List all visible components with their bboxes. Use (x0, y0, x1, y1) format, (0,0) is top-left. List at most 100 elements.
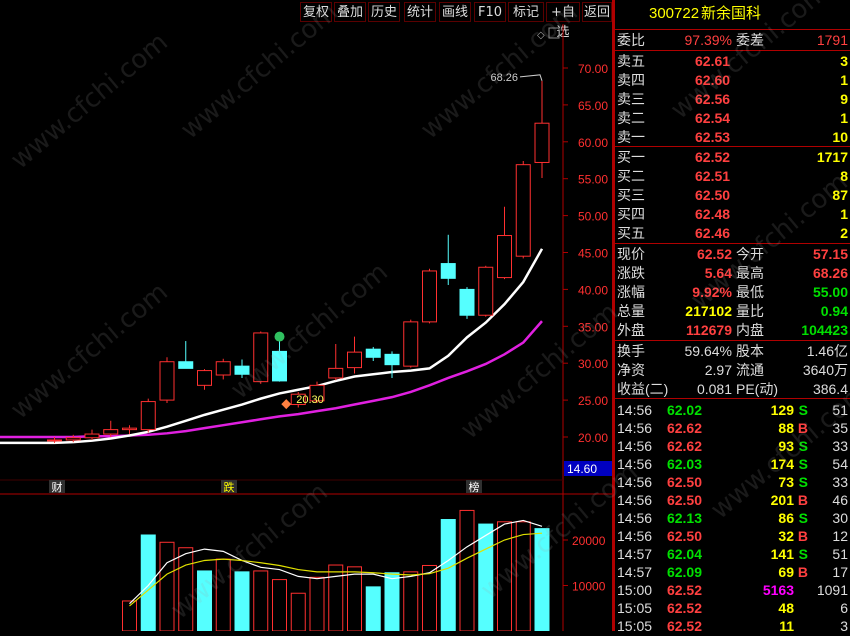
tick-volume: 86 (778, 510, 794, 526)
bid-price: 62.48 (695, 206, 731, 222)
quote-value: 5.64 (704, 265, 732, 281)
tick-time: 15:00 (617, 582, 653, 598)
event-icon (274, 331, 285, 342)
price-tick-label: 50.00 (578, 210, 608, 224)
chart-toolbar: 复权 叠加 历史 统计 画线 F10 标记 +自选 返回 (0, 0, 612, 40)
volume-bar (347, 566, 362, 631)
tick-row: 14:56 62.50 73 S 33 (615, 473, 850, 491)
candle-body (440, 263, 456, 279)
volume-bar (384, 572, 400, 631)
kline-chart[interactable]: ◇ 70.00 65.00 60.00 55.00 50.00 45.00 40.00 35.0… (0, 24, 612, 631)
quote-label: 今开 (736, 246, 764, 262)
bid-row: 买四 62.48 1 (615, 205, 850, 224)
volume-bar (440, 519, 456, 631)
tick-count: 35 (832, 420, 848, 436)
bid-row: 买三 62.50 87 (615, 186, 850, 205)
toolbar-button-5[interactable]: F10 (474, 2, 506, 22)
diamond-icon: ◇ (537, 30, 545, 41)
stats-value: 3640万 (802, 362, 848, 378)
stats-label: 收益(二) (617, 381, 669, 397)
ask-price: 62.54 (695, 110, 731, 126)
price-tick-label: 25.00 (578, 394, 608, 408)
chart-canvas[interactable]: ◇ 70.00 65.00 60.00 55.00 50.00 45.00 40.00 35.0… (0, 24, 612, 631)
tick-count: 54 (832, 456, 848, 472)
ask-volume: 1 (840, 110, 848, 126)
ask-label: 卖一 (617, 129, 645, 145)
stats-label: PE(动) (736, 381, 778, 397)
quote-panel: 300722 新余国科 委比 97.39% 委差 1791 卖五 62.61 3 卖四… (615, 0, 850, 634)
ask-row: 卖四 62.60 1 (615, 71, 850, 90)
toolbar-button-8[interactable]: 返回 (582, 2, 612, 22)
volume-bar (459, 509, 475, 631)
tick-count: 17 (832, 564, 848, 580)
volume-bar (403, 571, 419, 631)
tick-time: 14:56 (617, 474, 653, 490)
tick-row: 14:56 62.03 174 S 54 (615, 455, 850, 473)
weibi-value: 97.39% (684, 32, 732, 48)
stats-value: 0.081 (696, 381, 732, 397)
tick-count: 6 (840, 600, 848, 616)
divider (615, 146, 850, 147)
quote-value: 0.94 (820, 303, 848, 319)
quote-label: 现价 (617, 246, 645, 262)
quote-row: 外盘 112679 内盘 104423 (615, 321, 850, 340)
volume-bar (534, 528, 550, 631)
tick-count: 33 (832, 438, 848, 454)
tick-price: 62.50 (666, 528, 702, 544)
toolbar-button-4[interactable]: 画线 (439, 2, 471, 22)
divider (615, 29, 850, 30)
candle-body (515, 164, 531, 257)
stock-title: 300722 新余国科 (615, 4, 850, 26)
toolbar-button-2[interactable]: 历史 (368, 2, 400, 22)
tick-time: 15:05 (617, 618, 653, 634)
tick-price: 62.62 (666, 438, 702, 454)
ask-row: 卖二 62.54 1 (615, 109, 850, 128)
bid-price: 62.46 (695, 225, 731, 241)
tick-volume: 174 (770, 456, 794, 472)
toolbar-button-7[interactable]: +自选 (546, 2, 580, 40)
bid-volume: 8 (840, 168, 848, 184)
tick-row: 15:00 62.52 5163 1091 (615, 581, 850, 599)
volume-bar (140, 534, 156, 631)
stats-value: 1.46亿 (806, 343, 848, 359)
toolbar-button-6[interactable]: 标记 (508, 2, 544, 22)
ma-line-short (0, 248, 544, 445)
tick-price: 62.13 (666, 510, 702, 526)
quote-row: 涨幅 9.92% 最低 55.00 (615, 283, 850, 302)
volume-bar (215, 558, 231, 631)
candle-body (103, 429, 119, 435)
toolbar-button-3[interactable]: 统计 (404, 2, 436, 22)
stats-value: 59.64% (684, 343, 732, 359)
stats-label: 净资 (617, 362, 645, 378)
candle-body (159, 361, 175, 401)
candle-body (478, 266, 494, 316)
quote-value: 68.26 (812, 265, 848, 281)
bid-price: 62.52 (695, 149, 731, 165)
divider (615, 340, 850, 341)
volume-bar (272, 579, 287, 631)
tick-row: 15:05 62.52 11 3 (615, 617, 850, 635)
tick-price: 62.52 (666, 600, 702, 616)
quote-label: 最低 (736, 284, 764, 300)
tick-side: S (798, 456, 808, 472)
toolbar-button-0[interactable]: 复权 (300, 2, 332, 22)
price-tick-label: 30.00 (578, 357, 608, 371)
candle-body (365, 348, 381, 358)
low-annotation-label: 20.30 (296, 394, 324, 406)
tick-row: 14:56 62.62 88 B 35 (615, 419, 850, 437)
candle-body (459, 288, 475, 316)
price-tick-label: 20.00 (578, 431, 608, 445)
tick-volume: 141 (770, 546, 794, 562)
price-tick-label: 70.00 (578, 62, 608, 76)
tick-price: 62.09 (666, 564, 702, 580)
bid-label: 买四 (617, 206, 645, 222)
tick-price: 62.03 (666, 456, 702, 472)
tick-side: B (797, 564, 808, 580)
high-annotation-label: 68.26 (490, 72, 518, 84)
ask-label: 卖三 (617, 91, 645, 107)
candle-body (497, 235, 512, 279)
tick-price: 62.52 (666, 582, 702, 598)
toolbar-button-1[interactable]: 叠加 (334, 2, 366, 22)
tick-price: 62.04 (666, 546, 702, 562)
candle-body (534, 122, 550, 163)
